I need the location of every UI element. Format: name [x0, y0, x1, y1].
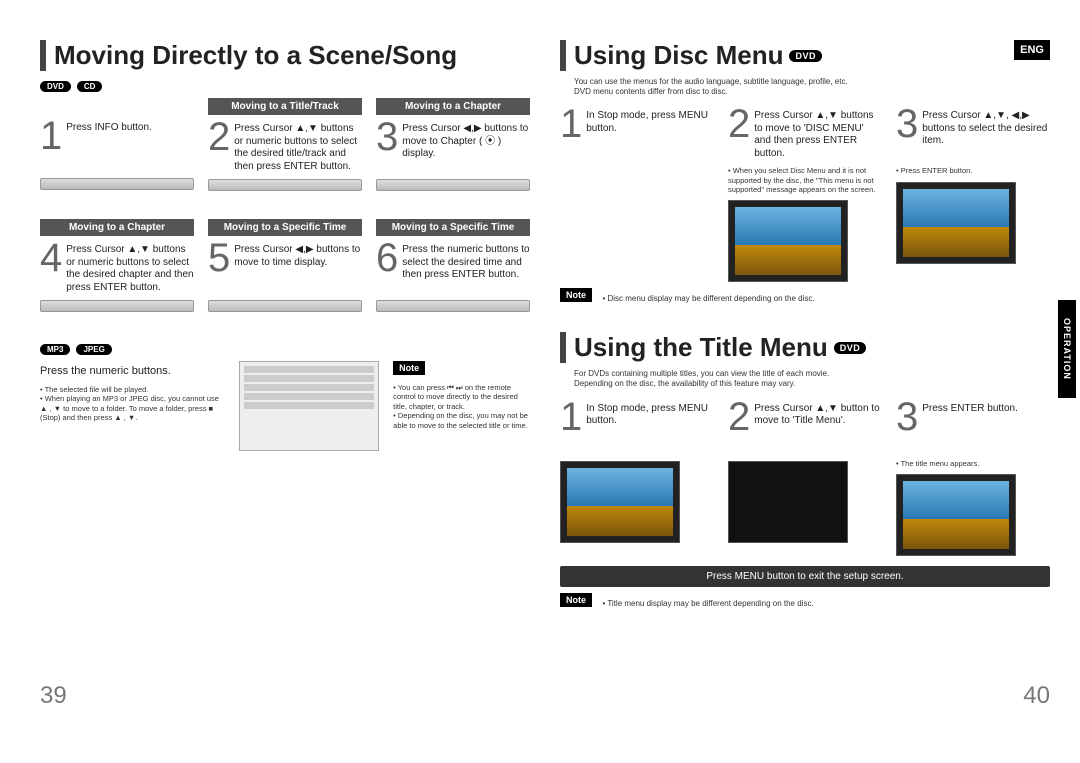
disc-step2: Press Cursor ▲,▼ buttons to move to 'DIS… — [754, 106, 882, 160]
operation-tab: OPERATION — [1058, 300, 1076, 398]
note-badge: Note — [393, 361, 425, 375]
osd-strip — [208, 300, 362, 312]
osd-strip — [40, 300, 194, 312]
hdr-chapter-b: Moving to a Chapter — [40, 219, 194, 236]
tv-thumb-dark — [728, 461, 848, 543]
title-note: • Title menu display may be different de… — [602, 599, 813, 609]
disc-step3: Press Cursor ▲,▼, ◀,▶ buttons to select … — [922, 106, 1050, 148]
left-note-text: • You can press ⏮ ⏭ on the remote contro… — [393, 383, 530, 430]
step-num-2: 2 — [728, 106, 750, 142]
step-num-1: 1 — [560, 106, 582, 142]
step-3-text: Press Cursor ◀,▶ buttons to move to Chap… — [402, 119, 530, 161]
step-5-text: Press Cursor ◀,▶ buttons to move to time… — [234, 240, 362, 269]
note-badge: Note — [560, 593, 592, 607]
format-pills-bottom: MP3 JPEG — [40, 344, 530, 355]
page-39: Moving Directly to a Scene/Song DVD CD 1… — [40, 40, 530, 720]
disc-steps-row: 1 In Stop mode, press MENU button. 2 Pre… — [560, 106, 1050, 282]
lang-badge: ENG — [1014, 40, 1050, 60]
step-num-3: 3 — [896, 106, 918, 142]
format-pills-top: DVD CD — [40, 81, 530, 92]
disc-step1: In Stop mode, press MENU button. — [586, 106, 714, 135]
tv-thumb — [896, 182, 1016, 264]
titlemenu-intro: For DVDs containing multiple titles, you… — [574, 369, 1050, 388]
title-scene-song: Moving Directly to a Scene/Song — [40, 40, 530, 71]
steps-row-1: 1 Press INFO button. Moving to a Title/T… — [40, 98, 530, 191]
page-number-left: 39 — [40, 682, 67, 710]
step-num-1: 1 — [560, 399, 582, 435]
disc-step2-bullets: • When you select Disc Menu and it is no… — [728, 166, 882, 194]
step-num-5: 5 — [208, 240, 230, 276]
step-num-1: 1 — [40, 118, 62, 154]
step-num-2: 2 — [728, 399, 750, 435]
pill-mp3: MP3 — [40, 344, 70, 355]
osd-strip — [376, 300, 530, 312]
disc-intro: You can use the menus for the audio lang… — [574, 77, 1050, 96]
step-num-2: 2 — [208, 119, 230, 155]
page-number-right: 40 — [1023, 682, 1050, 710]
tv-thumb — [728, 200, 848, 282]
osd-strip — [376, 179, 530, 191]
step-num-4: 4 — [40, 240, 62, 276]
pill-dvd: DVD — [40, 81, 71, 92]
tv-thumb — [560, 461, 680, 543]
hdr-title-track: Moving to a Title/Track — [208, 98, 362, 115]
note-badge: Note — [560, 288, 592, 302]
step-num-6: 6 — [376, 240, 398, 276]
hdr-time-b: Moving to a Specific Time — [376, 219, 530, 236]
title-note-row: Note • Title menu display may be differe… — [560, 593, 1050, 611]
disc-note: • Disc menu display may be different dep… — [602, 294, 814, 304]
mp3-nav-screen — [239, 361, 379, 451]
dvd-pill-icon: DVD — [789, 50, 822, 62]
osd-strip — [40, 178, 194, 190]
disc-step3-bullets: • Press ENTER button. — [896, 166, 1050, 175]
step-4-text: Press Cursor ▲,▼ buttons or numeric butt… — [66, 240, 194, 294]
osd-strip — [208, 179, 362, 191]
pill-cd: CD — [77, 81, 103, 92]
mp3-bullets: • The selected file will be played. • Wh… — [40, 385, 225, 423]
title-steps-row: 1 In Stop mode, press MENU button. 2 Pre… — [560, 399, 1050, 556]
exit-footer: Press MENU button to exit the setup scre… — [560, 566, 1050, 587]
step-num-3: 3 — [896, 399, 918, 435]
hdr-time-a: Moving to a Specific Time — [208, 219, 362, 236]
step-6-text: Press the numeric buttons to select the … — [402, 240, 530, 282]
pill-jpeg: JPEG — [76, 344, 111, 355]
page-40: ENG OPERATION Using Disc Menu DVD You ca… — [560, 40, 1050, 720]
dvd-pill-icon: DVD — [834, 342, 867, 354]
mp3-row: Press the numeric buttons. • The selecte… — [40, 361, 530, 451]
title-step3-bullets: • The title menu appears. — [896, 459, 1050, 468]
steps-row-2: Moving to a Chapter 4 Press Cursor ▲,▼ b… — [40, 219, 530, 312]
step-2-text: Press Cursor ▲,▼ buttons or numeric butt… — [234, 119, 362, 173]
title-step1: In Stop mode, press MENU button. — [586, 399, 714, 428]
disc-note-row: Note • Disc menu display may be differen… — [560, 288, 1050, 306]
hdr-chapter-a: Moving to a Chapter — [376, 98, 530, 115]
tv-thumb — [896, 474, 1016, 556]
step-num-3: 3 — [376, 119, 398, 155]
title-title-menu: Using the Title Menu DVD — [560, 332, 1050, 363]
title-step2: Press Cursor ▲,▼ button to move to 'Titl… — [754, 399, 882, 428]
title-step3: Press ENTER button. — [922, 399, 1018, 416]
title-disc-menu: Using Disc Menu DVD — [560, 40, 1050, 71]
step-1-text: Press INFO button. — [66, 118, 152, 135]
mp3-text: Press the numeric buttons. — [40, 361, 225, 379]
